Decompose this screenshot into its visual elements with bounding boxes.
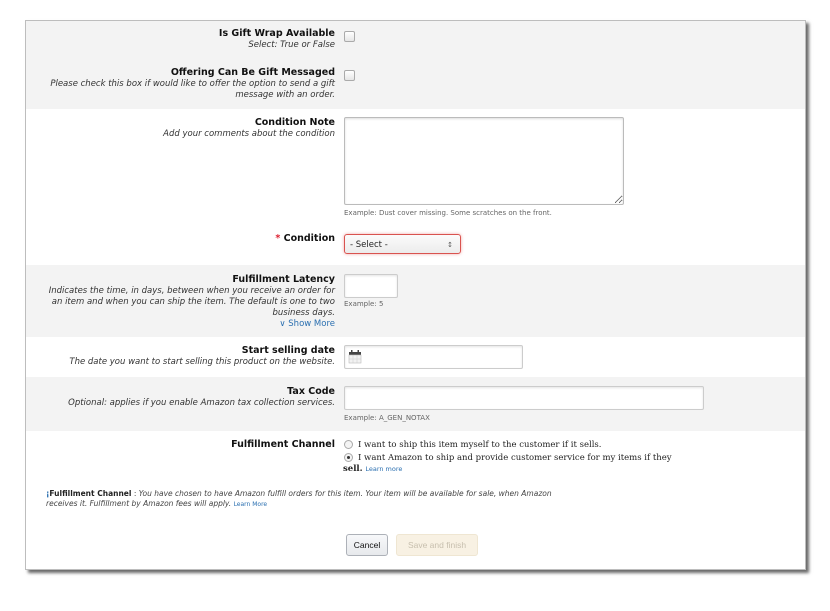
gift-wrap-desc: Select: True or False <box>248 40 335 50</box>
radio-merchant[interactable] <box>344 440 353 449</box>
calendar-icon[interactable] <box>348 350 362 364</box>
channel-option-amazon[interactable]: I want Amazon to ship and provide custom… <box>344 453 694 464</box>
latency-example: Example: 5 <box>344 300 384 308</box>
cancel-button[interactable]: Cancel <box>346 534 388 556</box>
info-learn-more-link[interactable]: Learn More <box>234 501 268 508</box>
channel-options: I want to ship this item myself to the c… <box>343 440 694 475</box>
channel-label: Fulfillment Channel <box>231 439 335 451</box>
latency-label: Fulfillment Latency Indicates the time, … <box>49 274 335 330</box>
select-arrows-icon: ↕ <box>447 241 453 249</box>
latency-desc-1: Indicates the time, in days, between whe… <box>48 286 335 296</box>
tax-code-example: Example: A_GEN_NOTAX <box>344 414 430 422</box>
listing-form-panel: Is Gift Wrap Available Select: True or F… <box>25 20 806 570</box>
condition-note-title: Condition Note <box>254 117 335 128</box>
condition-note-textarea[interactable] <box>344 117 624 205</box>
start-date-title: Start selling date <box>241 345 335 356</box>
start-date-section: Start selling date The date you want to … <box>26 337 805 377</box>
latency-title: Fulfillment Latency <box>232 274 335 285</box>
info-sep: : <box>131 489 139 498</box>
gift-wrap-title: Is Gift Wrap Available <box>218 28 335 39</box>
condition-section: Condition Note Add your comments about t… <box>26 109 805 265</box>
info-text-2: receives it. Fulfillment by Amazon fees … <box>46 499 232 508</box>
radio-amazon[interactable] <box>344 453 353 462</box>
info-text-1: You have chosen to have Amazon fulfill o… <box>138 489 552 498</box>
tax-code-input[interactable] <box>344 386 704 410</box>
condition-label: * Condition <box>275 233 335 245</box>
channel-option-merchant-label: I want to ship this item myself to the c… <box>358 440 602 450</box>
tax-code-label: Tax Code Optional: applies if you enable… <box>68 386 335 409</box>
latency-desc-2: an item and when you can ship the item. … <box>51 297 335 307</box>
gift-message-title: Offering Can Be Gift Messaged <box>170 67 335 78</box>
tax-code-desc: Optional: applies if you enable Amazon t… <box>68 398 335 408</box>
show-more-label: Show More <box>288 319 335 329</box>
channel-option-merchant[interactable]: I want to ship this item myself to the c… <box>344 440 694 451</box>
condition-title: Condition <box>283 233 335 244</box>
gift-wrap-label: Is Gift Wrap Available Select: True or F… <box>219 28 335 51</box>
gift-message-desc-2: message with an order. <box>235 90 335 100</box>
tax-code-title: Tax Code <box>287 386 335 397</box>
condition-select[interactable]: - Select - ↕ <box>344 234 461 254</box>
required-marker: * <box>275 233 281 244</box>
channel-title: Fulfillment Channel <box>231 439 335 450</box>
gift-message-checkbox[interactable] <box>344 70 355 81</box>
fulfillment-channel-section: Fulfillment Channel I want to ship this … <box>26 431 805 569</box>
channel-option-amazon-label: I want Amazon to ship and provide custom… <box>358 453 672 463</box>
gift-message-label: Offering Can Be Gift Messaged Please che… <box>50 67 335 101</box>
latency-section: Fulfillment Latency Indicates the time, … <box>26 265 805 337</box>
save-and-finish-button[interactable]: Save and finish <box>396 534 478 556</box>
start-date-label: Start selling date The date you want to … <box>69 345 335 368</box>
channel-learn-more-link[interactable]: Learn more <box>365 465 402 473</box>
gift-message-desc-1: Please check this box if would like to o… <box>50 79 335 89</box>
show-more-link[interactable]: ∨ Show More <box>49 319 335 330</box>
latency-desc-3: business days. <box>272 308 335 318</box>
gift-wrap-checkbox[interactable] <box>344 31 355 42</box>
fulfillment-info-note: ¡Fulfillment Channel : You have chosen t… <box>46 489 626 510</box>
chevron-down-icon: ∨ <box>279 319 286 329</box>
condition-note-label: Condition Note Add your comments about t… <box>163 117 335 140</box>
channel-option-amazon-label-2: sell. <box>343 464 363 474</box>
latency-input[interactable] <box>344 274 398 298</box>
start-date-desc: The date you want to start selling this … <box>69 357 335 367</box>
condition-note-desc: Add your comments about the condition <box>163 129 335 139</box>
info-title: Fulfillment Channel <box>49 489 132 498</box>
condition-select-value: - Select - <box>350 240 388 250</box>
start-date-input[interactable] <box>344 345 523 369</box>
gift-options-section: Is Gift Wrap Available Select: True or F… <box>26 21 805 109</box>
tax-code-section: Tax Code Optional: applies if you enable… <box>26 377 805 431</box>
condition-note-example: Example: Dust cover missing. Some scratc… <box>344 209 552 217</box>
